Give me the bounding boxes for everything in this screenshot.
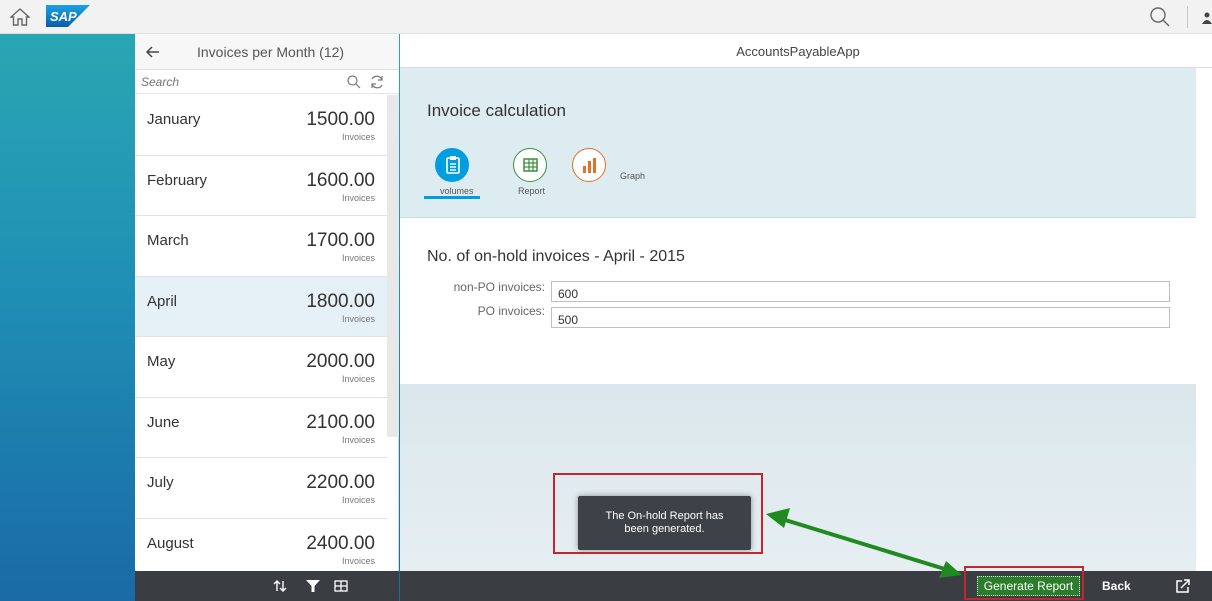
app-title: AccountsPayableApp	[736, 44, 860, 59]
master-footer	[135, 571, 399, 601]
list-item[interactable]: March 1700.00 Invoices	[135, 216, 387, 277]
non-po-invoices-field[interactable]: 600	[551, 281, 1170, 302]
item-name: May	[147, 353, 176, 370]
po-invoices-field[interactable]: 500	[551, 307, 1170, 328]
item-name: January	[147, 111, 201, 128]
detail-header: AccountsPayableApp	[400, 34, 1212, 68]
item-value: 2200.00	[306, 472, 375, 493]
detail-scroll-gutter	[1196, 68, 1212, 571]
form-title: No. of on-hold invoices - April - 2015	[427, 248, 685, 265]
refresh-icon[interactable]	[369, 74, 385, 90]
item-unit: Invoices	[341, 192, 375, 203]
user-icon[interactable]	[1202, 12, 1212, 24]
item-name: June	[147, 413, 180, 431]
list-item[interactable]: June 2100.00 Invoices	[135, 397, 387, 458]
field-label-po: PO invoices:	[477, 304, 545, 318]
search-icon[interactable]	[1149, 6, 1171, 28]
back-arrow-icon[interactable]	[145, 44, 161, 60]
item-value: 2100.00	[306, 411, 375, 433]
field-label-non-po: non-PO invoices:	[453, 280, 545, 294]
shell-separator	[1187, 6, 1188, 28]
shell-bar: SAP	[0, 0, 1212, 34]
list-item[interactable]: February 1600.00 Invoices	[135, 155, 387, 216]
tab-label: Graph	[620, 171, 646, 181]
search-icon[interactable]	[346, 74, 362, 90]
item-name: July	[147, 474, 174, 491]
list-item[interactable]: January 1500.00 Invoices	[135, 95, 387, 156]
search-input[interactable]	[141, 73, 331, 91]
tab-label: volumes	[440, 186, 474, 196]
item-name: March	[147, 232, 189, 249]
item-unit: Invoices	[341, 374, 375, 384]
share-icon[interactable]	[1175, 578, 1191, 594]
table-icon	[513, 148, 547, 182]
bar-chart-icon	[572, 148, 606, 182]
month-list: January 1500.00 Invoices February 1600.0…	[135, 95, 387, 571]
group-icon[interactable]	[333, 578, 349, 594]
item-name: April	[147, 292, 178, 310]
item-name: February	[147, 171, 208, 189]
item-value: 2000.00	[306, 351, 375, 372]
annotation-box-button	[964, 566, 1084, 600]
item-unit: Invoices	[341, 313, 375, 324]
back-button[interactable]: Back	[1102, 577, 1142, 597]
sort-icon[interactable]	[272, 578, 288, 594]
item-value: 1700.00	[306, 230, 375, 251]
item-value: 1500.00	[306, 109, 375, 130]
detail-panel: AccountsPayableApp Invoice calculation v…	[400, 34, 1212, 601]
volumes-form: No. of on-hold invoices - April - 2015 n…	[400, 218, 1196, 384]
clipboard-icon	[435, 148, 469, 182]
list-item[interactable]: May 2000.00 Invoices	[135, 337, 387, 398]
item-unit: Invoices	[341, 434, 375, 445]
object-header: Invoice calculation volumes Report Graph	[400, 68, 1196, 218]
home-icon[interactable]	[10, 8, 30, 26]
item-value: 1800.00	[306, 290, 375, 312]
master-header: Invoices per Month (12)	[135, 34, 399, 70]
list-scrollbar[interactable]	[387, 95, 399, 437]
detail-empty-area	[400, 384, 1196, 571]
detail-footer: Generate Report Back	[400, 571, 1212, 601]
item-unit: Invoices	[341, 495, 375, 505]
list-item[interactable]: July 2200.00 Invoices	[135, 458, 387, 519]
item-unit: Invoices	[341, 132, 375, 142]
list-item-selected[interactable]: April 1800.00 Invoices	[135, 276, 387, 337]
item-name: August	[147, 534, 194, 552]
filter-icon[interactable]	[305, 578, 321, 594]
tab-label: Report	[518, 186, 546, 196]
svg-text:SAP: SAP	[50, 9, 77, 24]
master-title: Invoices per Month (12)	[197, 44, 345, 60]
active-tab-indicator	[424, 196, 480, 199]
page-title: Invoice calculation	[427, 101, 566, 120]
annotation-box-toast	[553, 473, 763, 554]
list-item[interactable]: August 2400.00 Invoices	[135, 518, 387, 571]
sap-logo[interactable]: SAP	[46, 5, 90, 27]
item-value: 2400.00	[306, 532, 375, 554]
search-bar	[135, 70, 399, 94]
item-unit: Invoices	[341, 253, 375, 263]
item-unit: Invoices	[341, 555, 375, 566]
item-value: 1600.00	[306, 169, 375, 191]
master-list-panel: Invoices per Month (12) January 1500.00 …	[135, 34, 399, 601]
